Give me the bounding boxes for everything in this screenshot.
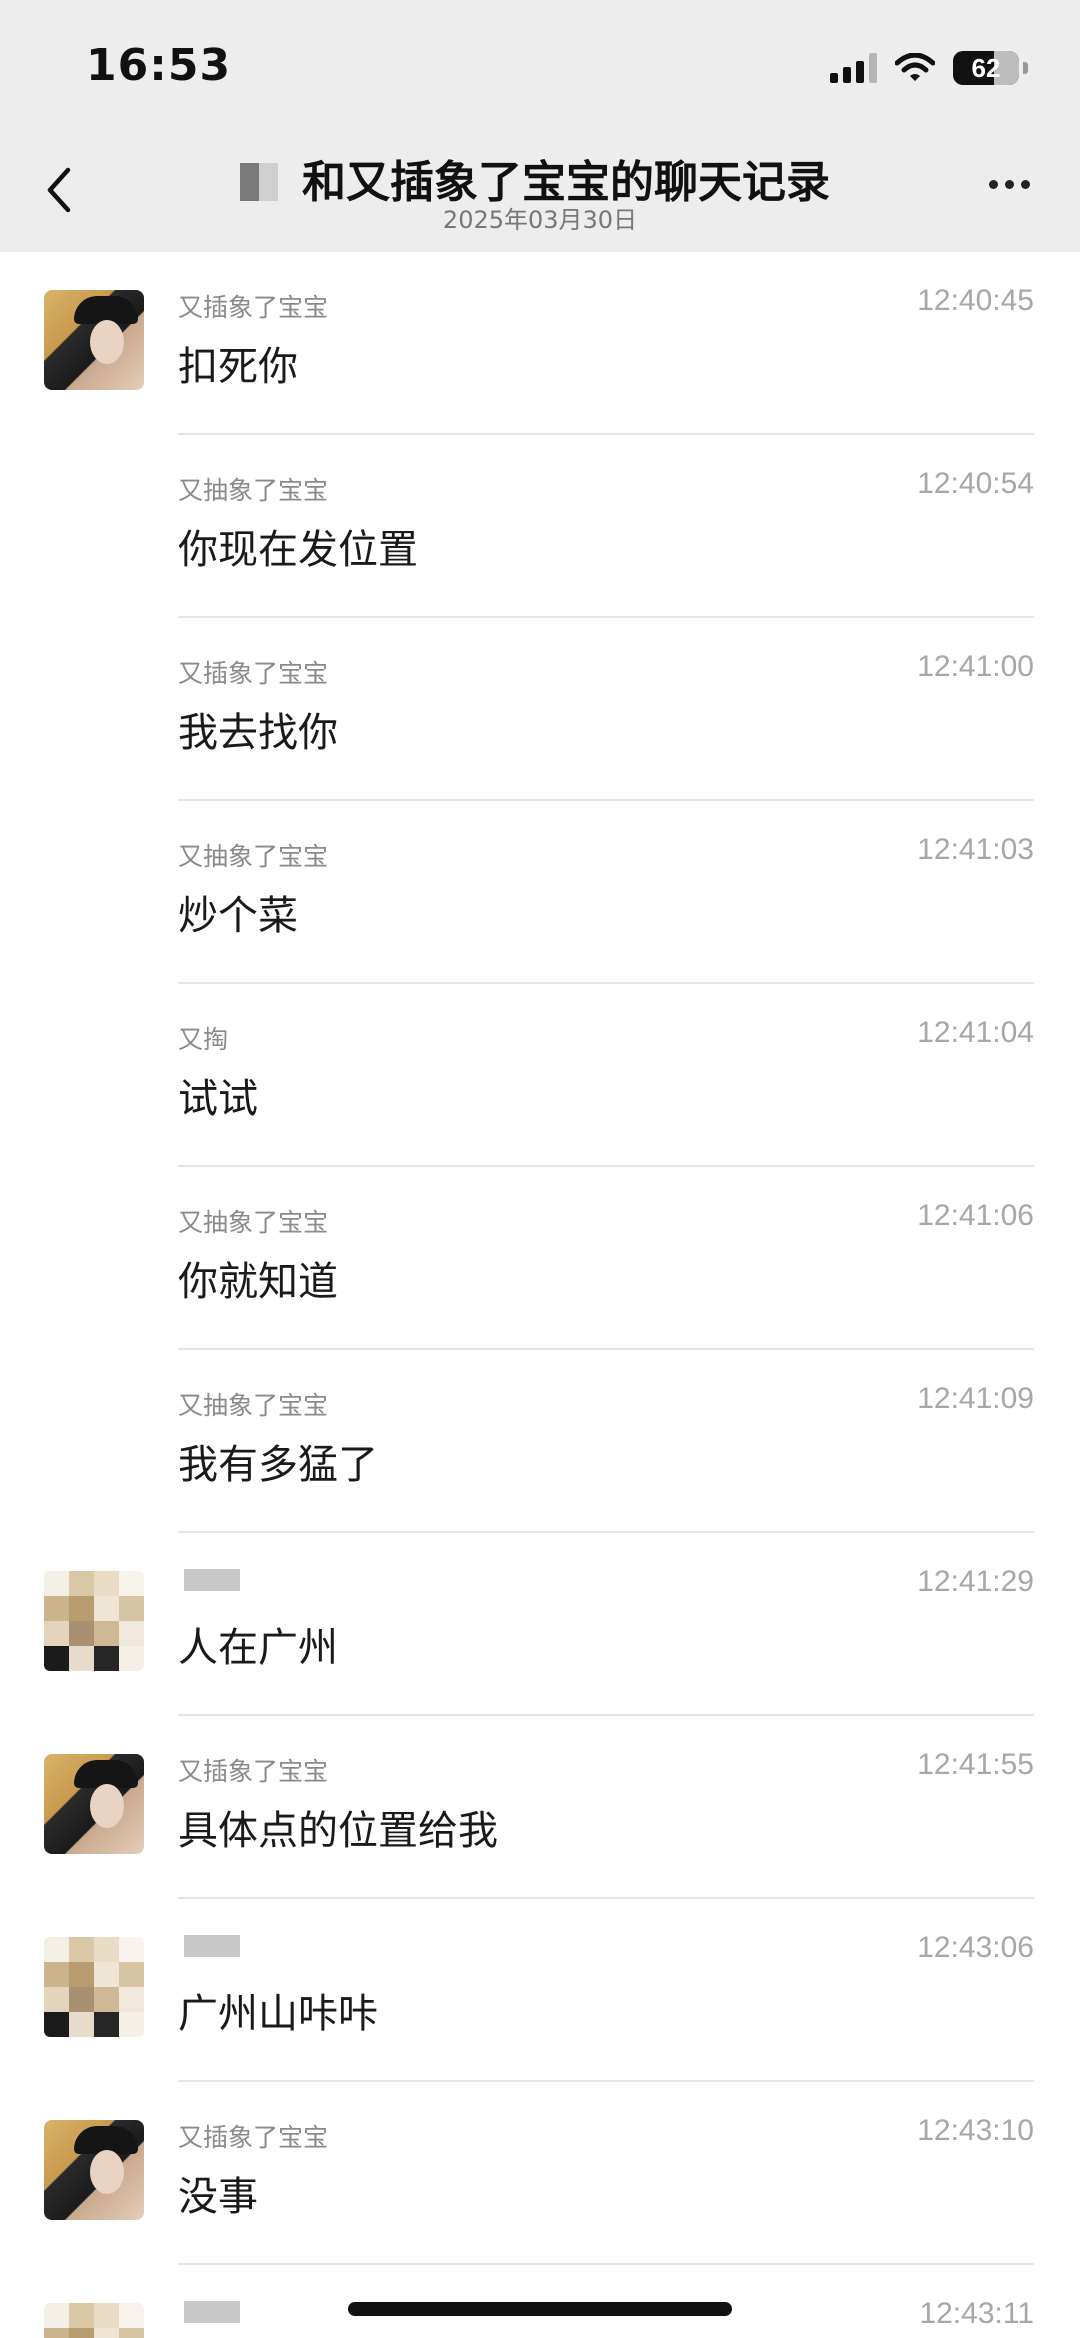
- message-item[interactable]: 12:41:29 人在广州: [0, 1533, 1080, 1716]
- message-time: 12:41:29: [917, 1565, 1034, 1598]
- sender-name-text: 又抽象了宝宝: [178, 476, 329, 505]
- redacted-name: [184, 2301, 240, 2323]
- message-text[interactable]: 扣死你: [178, 334, 298, 392]
- message-time: 12:41:55: [917, 1748, 1034, 1781]
- message-text[interactable]: 我有多猛了: [178, 1432, 378, 1490]
- page-subtitle-date: 2025年03月30日: [442, 206, 638, 234]
- sender-name: 又插象了宝宝: [178, 654, 328, 688]
- message-time: 12:41:03: [917, 833, 1034, 866]
- message-text[interactable]: 具体点的位置给我: [178, 1798, 498, 1856]
- sender-name: [178, 1935, 240, 1965]
- battery-level: 62: [971, 52, 1001, 83]
- more-dot-icon: [1021, 180, 1030, 189]
- message-item[interactable]: 又抽象了宝宝 12:41:03 炒个菜: [0, 801, 1080, 984]
- signal-icon: [830, 53, 877, 83]
- more-dot-icon: [989, 180, 998, 189]
- sender-name-text: 又掏: [178, 1025, 229, 1054]
- chat-history-screen: 16:53 62 和又插象了宝宝的聊天记录 2025年03月30日 又插象了宝宝…: [0, 0, 1080, 2338]
- message-time: 12:41:09: [917, 1382, 1034, 1415]
- avatar[interactable]: [44, 290, 144, 390]
- message-time: 12:40:45: [917, 284, 1034, 317]
- sender-name: [178, 2301, 240, 2331]
- message-time: 12:40:54: [917, 467, 1034, 500]
- message-item[interactable]: 又插象了宝宝 12:41:00 我去找你: [0, 618, 1080, 801]
- message-text[interactable]: 人在广州: [178, 1615, 338, 1673]
- sender-name: 又抽象了宝宝: [178, 837, 328, 871]
- message-item[interactable]: 又抽象了宝宝 12:40:54 你现在发位置: [0, 435, 1080, 618]
- avatar[interactable]: [44, 2120, 144, 2220]
- message-list[interactable]: 又插象了宝宝 12:40:45 扣死你 又抽象了宝宝 12:40:54 你现在发位置 又插象…: [0, 252, 1080, 2338]
- sender-name-text: 又抽象了宝宝: [178, 842, 329, 871]
- message-item[interactable]: 又抽象了宝宝 12:41:06 你就知道: [0, 1167, 1080, 1350]
- message-item[interactable]: 12:43:06 广州山咔咔: [0, 1899, 1080, 2082]
- message-text[interactable]: 炒个菜: [178, 883, 298, 941]
- status-time: 16:53: [86, 40, 232, 91]
- sender-name: [178, 1569, 240, 1599]
- message-item[interactable]: 又抽象了宝宝 12:41:09 我有多猛了: [0, 1350, 1080, 1533]
- redacted-name: [184, 1935, 240, 1957]
- message-item[interactable]: 又插象了宝宝 12:41:55 具体点的位置给我: [0, 1716, 1080, 1899]
- wifi-icon: [895, 53, 935, 81]
- message-time: 12:41:06: [917, 1199, 1034, 1232]
- message-item[interactable]: 又插象了宝宝 12:43:10 没事: [0, 2082, 1080, 2265]
- sender-name: 又插象了宝宝: [178, 1752, 328, 1786]
- battery-icon: 62: [953, 51, 1019, 85]
- home-indicator[interactable]: [348, 2302, 732, 2316]
- sender-name-text: 又抽象了宝宝: [178, 1208, 329, 1237]
- top-bar: 16:53 62 和又插象了宝宝的聊天记录 2025年03月30日: [0, 0, 1080, 252]
- more-options-button[interactable]: [989, 180, 1030, 189]
- message-item[interactable]: 又掏 12:41:04 试试: [0, 984, 1080, 1167]
- status-indicators: 62: [830, 46, 1028, 90]
- message-text[interactable]: 试试: [178, 1066, 258, 1124]
- sender-name-text: 又插象了宝宝: [178, 2123, 329, 2152]
- sender-name: 又掏: [178, 1020, 228, 1054]
- redacted-name: [240, 163, 278, 201]
- message-text[interactable]: 没事: [178, 2164, 258, 2222]
- avatar[interactable]: [44, 1937, 144, 2037]
- sender-name: 又插象了宝宝: [178, 2118, 328, 2152]
- sender-name: 又抽象了宝宝: [178, 1203, 328, 1237]
- redacted-name: [184, 1569, 240, 1591]
- avatar[interactable]: [44, 1571, 144, 1671]
- message-text[interactable]: 你现在发位置: [178, 517, 418, 575]
- sender-name-text: 又插象了宝宝: [178, 659, 329, 688]
- more-dot-icon: [1005, 180, 1014, 189]
- sender-name: 又抽象了宝宝: [178, 471, 328, 505]
- message-item[interactable]: 又插象了宝宝 12:40:45 扣死你: [0, 252, 1080, 435]
- avatar[interactable]: [44, 2303, 144, 2338]
- message-time: 12:43:06: [917, 1931, 1034, 1964]
- message-time: 12:41:00: [917, 650, 1034, 683]
- message-time: 12:43:10: [917, 2114, 1034, 2147]
- sender-name: 又插象了宝宝: [178, 288, 328, 322]
- avatar[interactable]: [44, 1754, 144, 1854]
- message-text[interactable]: 广州山咔咔: [178, 1981, 378, 2039]
- sender-name-text: 又插象了宝宝: [178, 1757, 329, 1786]
- message-text[interactable]: 你就知道: [178, 1249, 338, 1307]
- message-text[interactable]: 我去找你: [178, 700, 338, 758]
- sender-name: 又抽象了宝宝: [178, 1386, 328, 1420]
- sender-name-text: 又抽象了宝宝: [178, 1391, 329, 1420]
- message-time: 12:41:04: [917, 1016, 1034, 1049]
- message-time: 12:43:11: [919, 2297, 1034, 2330]
- sender-name-text: 又插象了宝宝: [178, 293, 329, 322]
